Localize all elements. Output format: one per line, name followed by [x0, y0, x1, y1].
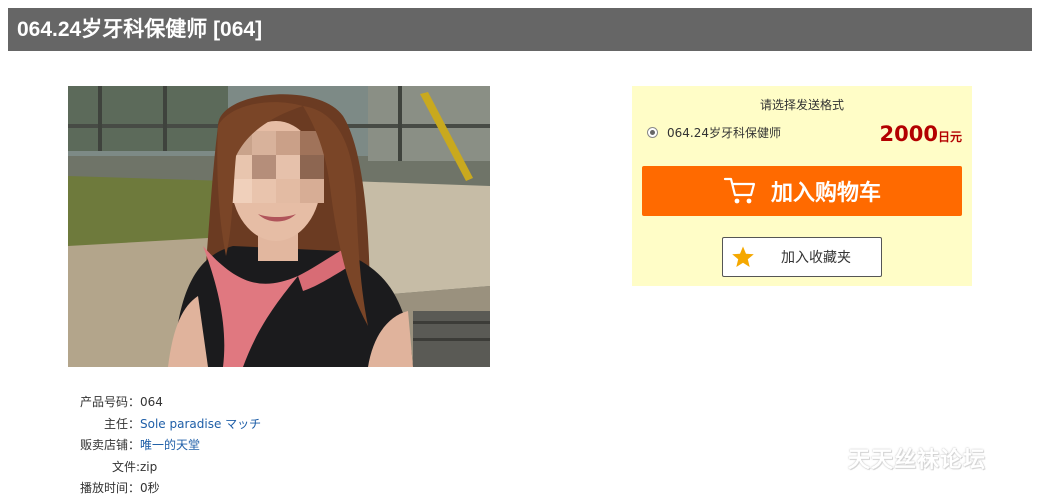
- detail-row-lead: 主任： Sole paradise マッチ: [68, 414, 261, 436]
- file-value: zip: [140, 459, 158, 474]
- format-prompt: 请选择发送格式: [759, 98, 844, 112]
- detail-row-shop: 贩卖店铺： 唯一的天堂: [68, 435, 261, 457]
- price-number: 2000: [879, 122, 938, 146]
- add-to-cart-button[interactable]: 加入购物车: [642, 166, 962, 216]
- add-to-cart-label: 加入购物车: [770, 181, 881, 206]
- format-option-label: 064.24岁牙科保健师: [667, 126, 781, 140]
- lead-label: 主任：: [103, 416, 140, 431]
- add-to-favorites-label: 加入收藏夹: [781, 250, 851, 266]
- shop-link[interactable]: 唯一的天堂: [140, 435, 200, 457]
- detail-row-file: 文件: zip: [68, 457, 261, 479]
- price-unit: 日元: [937, 130, 962, 144]
- product-details: 产品号码： 064 主任： Sole paradise マッチ 贩卖店铺： 唯一…: [68, 392, 261, 500]
- watermark: 天天丝袜论坛: [848, 448, 987, 473]
- lead-link[interactable]: Sole paradise マッチ: [140, 414, 261, 436]
- duration-value: 0秒: [140, 481, 160, 495]
- purchase-panel: 请选择发送格式 064.24岁牙科保健师 2000日元 加入购物车 加入收藏夹: [632, 86, 972, 286]
- page-title: 064.24岁牙科保健师 [064]: [8, 8, 1032, 51]
- detail-row-code: 产品号码： 064: [68, 392, 261, 414]
- shopping-cart-icon: [723, 177, 756, 204]
- duration-label: 播放时间：: [79, 481, 140, 495]
- product-image[interactable]: [68, 86, 490, 367]
- detail-row-duration: 播放时间： 0秒: [68, 478, 261, 500]
- add-to-favorites-button[interactable]: 加入收藏夹: [722, 237, 882, 277]
- format-option[interactable]: 064.24岁牙科保健师: [647, 124, 781, 141]
- product-code-label: 产品号码：: [79, 395, 140, 409]
- file-label: 文件:: [111, 459, 140, 474]
- price: 2000日元: [880, 122, 962, 146]
- product-code-value: 064: [140, 395, 163, 409]
- shop-label: 贩卖店铺：: [79, 438, 140, 452]
- star-icon: [732, 246, 754, 267]
- radio-selected-icon[interactable]: [647, 127, 658, 138]
